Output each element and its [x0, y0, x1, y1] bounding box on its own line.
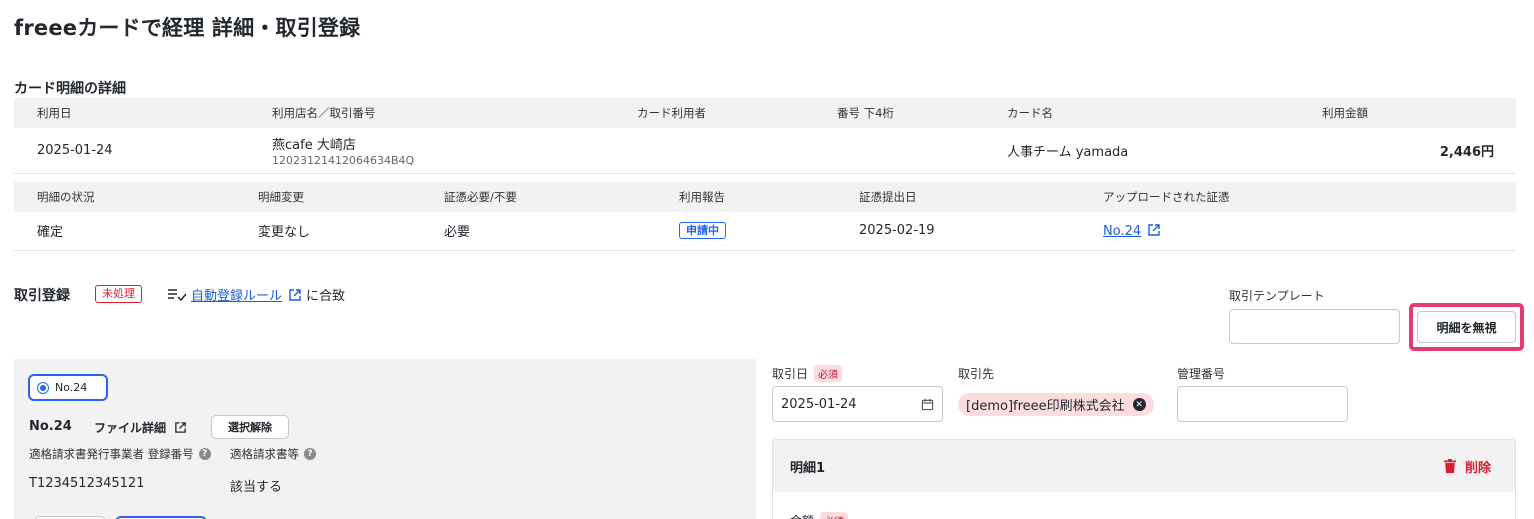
header-card-user: カード利用者	[614, 98, 814, 128]
partner-tag[interactable]: [demo]freee印刷株式会社 ✕	[958, 393, 1154, 416]
evidence-radio-option[interactable]: No.24	[28, 374, 108, 401]
trash-icon	[1443, 459, 1456, 473]
header-store: 利用店名／取引番号	[249, 98, 614, 128]
calendar-icon[interactable]	[921, 398, 934, 411]
report-status-badge: 申請中	[679, 222, 726, 240]
rule-suffix: に合致	[306, 289, 346, 304]
registration-title: 取引登録	[14, 288, 70, 304]
card-details-title: カード明細の詳細	[14, 81, 126, 97]
page-title: freeeカードで経理 詳細・取引登録	[14, 16, 361, 40]
header-last4: 番号 下4桁	[814, 98, 984, 128]
card-details-header-row: 利用日 利用店名／取引番号 カード利用者 番号 下4桁 カード名 利用金額	[14, 98, 1516, 128]
card-details-table: 利用日 利用店名／取引番号 カード利用者 番号 下4桁 カード名 利用金額 20…	[14, 98, 1516, 174]
invoice-issuer-label-row: 適格請求書発行事業者 登録番号 ?	[29, 446, 211, 462]
status-table: 明細の状況 明細変更 証憑必要/不要 利用報告 証憑提出日 アップロードされた証…	[14, 182, 1516, 251]
card-last4	[814, 128, 984, 174]
external-link-icon[interactable]	[288, 288, 302, 302]
file-detail-link[interactable]: ファイル詳細	[94, 419, 187, 436]
amount-label: 金額	[790, 512, 814, 519]
detail-change: 変更なし	[235, 212, 421, 251]
evidence-panel: No.24 No.24 ファイル詳細 選択解除 適格請求書発行事業者 登録番号 …	[14, 359, 756, 519]
invoice-type-value: 該当する	[230, 480, 283, 495]
partner-label-row: 取引先	[958, 365, 994, 382]
auto-rule-link[interactable]: 自動登録ルール	[191, 285, 282, 304]
invoice-issuer-value: T1234512345121	[29, 476, 145, 491]
partner-value: [demo]freee印刷株式会社	[966, 399, 1125, 414]
store-name: 燕cafe 大崎店	[272, 137, 356, 153]
invoice-type-label: 適格請求書等	[230, 447, 299, 461]
line-item-panel: 明細1 削除 金額 必須	[772, 439, 1516, 519]
unprocessed-badge: 未処理	[95, 285, 142, 303]
required-badge: 必須	[820, 512, 849, 519]
file-detail-label: ファイル詳細	[94, 421, 167, 435]
amount-label-row: 金額 必須	[790, 512, 849, 519]
rule-match-row: 自動登録ルール に合致	[167, 285, 345, 304]
remove-partner-icon[interactable]: ✕	[1132, 398, 1146, 411]
card-name: 人事チーム yamada	[984, 128, 1299, 174]
evidence-link[interactable]: No.24	[1103, 224, 1141, 239]
date-label: 取引日	[772, 367, 809, 381]
header-evidence-required: 証憑必要/不要	[421, 182, 656, 212]
uploaded-evidence-cell: No.24	[1080, 212, 1516, 251]
transaction-date-input[interactable]: 2025-01-24	[772, 386, 943, 422]
template-label: 取引テンプレート	[1229, 289, 1325, 303]
radio-label: No.24	[55, 381, 88, 394]
table-row: 2025-01-24 燕cafe 大崎店 12023121412064634B4…	[14, 128, 1516, 174]
evidence-required: 必要	[421, 212, 656, 251]
header-uploaded-evidence: アップロードされた証憑	[1080, 182, 1516, 212]
submitted-date: 2025-02-19	[836, 212, 1080, 251]
transaction-date-value: 2025-01-24	[781, 396, 857, 412]
list-check-icon	[168, 288, 187, 301]
invoice-issuer-label: 適格請求書発行事業者 登録番号	[29, 447, 194, 461]
table-row: 確定 変更なし 必要 申請中 2025-02-19 No.24	[14, 212, 1516, 251]
card-user	[614, 128, 814, 174]
report-cell: 申請中	[656, 212, 836, 251]
external-link-icon	[175, 422, 186, 433]
radio-selected-icon	[37, 381, 49, 394]
header-amount: 利用金額	[1299, 98, 1516, 128]
line-item-header: 明細1 削除	[773, 440, 1515, 492]
store-cell: 燕cafe 大崎店 12023121412064634B4Q	[249, 128, 614, 174]
usage-date: 2025-01-24	[14, 128, 249, 174]
template-select[interactable]	[1229, 309, 1400, 344]
line-item-title: 明細1	[790, 460, 826, 476]
transaction-number: 12023121412064634B4Q	[272, 153, 415, 167]
usage-amount: 2,446円	[1299, 128, 1516, 174]
header-card-name: カード名	[984, 98, 1299, 128]
mgmt-label-row: 管理番号	[1177, 365, 1225, 382]
help-icon[interactable]: ?	[198, 448, 211, 460]
delete-line-button[interactable]: 削除	[1443, 457, 1491, 476]
header-submitted-date: 証憑提出日	[836, 182, 1080, 212]
status-header-row: 明細の状況 明細変更 証憑必要/不要 利用報告 証憑提出日 アップロードされた証…	[14, 182, 1516, 212]
detail-status: 確定	[14, 212, 235, 251]
header-status: 明細の状況	[14, 182, 235, 212]
invoice-type-label-row: 適格請求書等 ?	[230, 446, 316, 462]
external-link-icon[interactable]	[1147, 223, 1161, 237]
required-badge: 必須	[814, 365, 843, 382]
ignore-detail-button[interactable]: 明細を無視	[1417, 311, 1516, 343]
ignore-button-highlight: 明細を無視	[1409, 303, 1524, 351]
header-usage-date: 利用日	[14, 98, 249, 128]
delete-label: 削除	[1464, 460, 1491, 476]
management-number-input[interactable]	[1177, 386, 1348, 422]
deselect-button[interactable]: 選択解除	[211, 415, 289, 439]
evidence-link-label: No.24	[1103, 223, 1142, 239]
help-icon[interactable]: ?	[304, 448, 316, 460]
partner-label: 取引先	[958, 367, 995, 381]
evidence-number: No.24	[29, 419, 72, 434]
header-change: 明細変更	[235, 182, 421, 212]
header-report: 利用報告	[656, 182, 836, 212]
mgmt-label: 管理番号	[1177, 367, 1226, 381]
date-label-row: 取引日 必須	[772, 365, 843, 382]
